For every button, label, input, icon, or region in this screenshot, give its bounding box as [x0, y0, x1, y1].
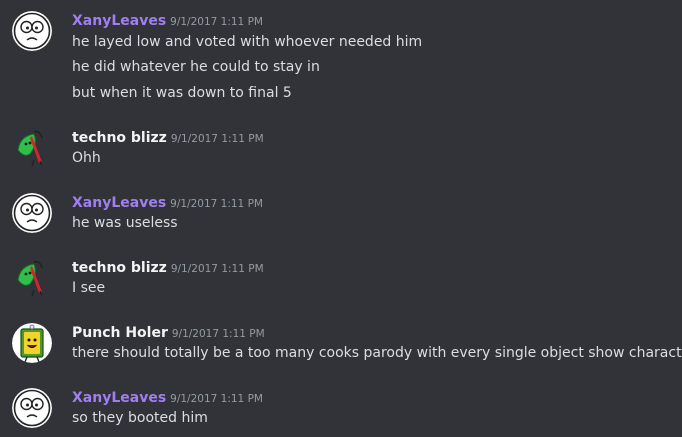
- message-text: he was useless: [72, 215, 178, 231]
- username[interactable]: XanyLeaves: [72, 13, 166, 29]
- scared-face-avatar-icon[interactable]: [12, 11, 52, 51]
- timestamp: 9/1/2017 1:11 PM: [170, 198, 263, 210]
- message-header: XanyLeaves 9/1/2017 1:11 PM: [72, 10, 263, 30]
- timestamp: 9/1/2017 1:11 PM: [170, 16, 263, 28]
- username[interactable]: techno blizz: [72, 130, 167, 146]
- message-header: XanyLeaves 9/1/2017 1:11 PM: [72, 192, 263, 212]
- message-text: but when it was down to final 5: [72, 85, 292, 101]
- message-text: I see: [72, 280, 106, 296]
- timestamp: 9/1/2017 1:11 PM: [171, 328, 265, 340]
- message-text: so they booted him: [72, 410, 208, 426]
- timestamp: 9/1/2017 1:11 PM: [170, 133, 264, 145]
- scared-face-avatar-icon[interactable]: [12, 193, 52, 233]
- message-text: Ohh: [72, 150, 101, 166]
- message-header: Punch Holer 9/1/2017 1:11 PM: [72, 322, 265, 342]
- green-card-character-avatar-icon[interactable]: [12, 323, 52, 363]
- green-leaf-character-avatar-icon[interactable]: [12, 128, 52, 168]
- message-text: he did whatever he could to stay in: [72, 59, 320, 75]
- username[interactable]: XanyLeaves: [72, 390, 166, 406]
- message-text: he layed low and voted with whoever need…: [72, 34, 423, 50]
- timestamp: 9/1/2017 1:11 PM: [170, 263, 264, 275]
- username[interactable]: techno blizz: [72, 260, 167, 276]
- green-leaf-character-avatar-icon[interactable]: [12, 258, 52, 298]
- message-header: XanyLeaves 9/1/2017 1:11 PM: [72, 387, 263, 407]
- username[interactable]: Punch Holer: [72, 325, 168, 341]
- timestamp: 9/1/2017 1:11 PM: [170, 393, 263, 405]
- message-text: there should totally be a too many cooks…: [72, 345, 682, 361]
- username[interactable]: XanyLeaves: [72, 195, 166, 211]
- message-header: techno blizz 9/1/2017 1:11 PM: [72, 257, 264, 277]
- scared-face-avatar-icon[interactable]: [12, 388, 52, 428]
- message-header: techno blizz 9/1/2017 1:11 PM: [72, 127, 264, 147]
